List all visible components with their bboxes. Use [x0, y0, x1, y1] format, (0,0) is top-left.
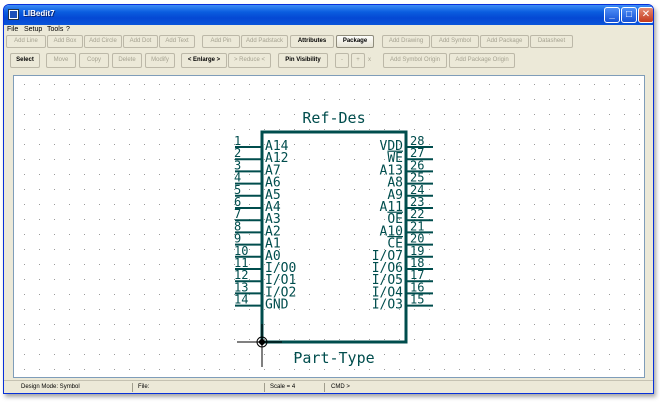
move-button[interactable]: Move	[46, 53, 76, 68]
part-type-label: Part-Type	[293, 349, 374, 367]
add-pin-button[interactable]: Add Pin	[202, 35, 240, 48]
menu-bar: File Setup Tools ?	[4, 25, 653, 35]
pin-visibility-button[interactable]: Pin Visibility	[278, 53, 328, 68]
toolbar-edit: Select Move Copy Delete Modify < Enlarge…	[4, 53, 653, 73]
reduce-button[interactable]: > Reduce <	[228, 53, 271, 68]
increment-button[interactable]: +	[351, 53, 365, 68]
modify-button[interactable]: Modify	[145, 53, 175, 68]
minimize-button[interactable]: _	[604, 7, 620, 23]
ref-des-label: Ref-Des	[302, 109, 365, 127]
select-button[interactable]: Select	[10, 53, 40, 68]
add-package-button[interactable]: Add Package	[480, 35, 529, 48]
increment-x-label: x	[368, 57, 371, 63]
add-package-origin-button[interactable]: Add Package Origin	[449, 53, 515, 68]
add-dot-button[interactable]: Add Dot	[123, 35, 158, 48]
add-drawing-button[interactable]: Add Drawing	[382, 35, 430, 48]
pin-name: I/O3	[372, 298, 403, 313]
toolbar-draw: Add Line Add Box Add Circle Add Dot Add …	[4, 35, 653, 50]
status-bar: Design Mode: Symbol File: Scale = 4 CMD …	[4, 380, 653, 393]
pin-number: 14	[234, 293, 248, 307]
symbol-drawing[interactable]: 1 A142 A123 A74 A65 A56 A47 A38 A29 A110 A011 I/O01…	[14, 76, 644, 377]
add-circle-button[interactable]: Add Circle	[84, 35, 122, 48]
title-bar[interactable]: LIBedit7 _ □ ✕	[4, 5, 653, 25]
menu-setup[interactable]: Setup	[24, 26, 42, 33]
status-design-mode: Design Mode: Symbol	[21, 384, 80, 390]
decrement-button[interactable]: -	[335, 53, 349, 68]
menu-help[interactable]: ?	[66, 26, 70, 33]
add-symbol-origin-button[interactable]: Add Symbol Origin	[383, 53, 447, 68]
datasheet-button[interactable]: Datasheet	[530, 35, 573, 48]
menu-file[interactable]: File	[7, 26, 18, 33]
copy-button[interactable]: Copy	[79, 53, 109, 68]
add-line-button[interactable]: Add Line	[6, 35, 46, 48]
drawing-canvas[interactable]: 1 A14 2 A12 3 A7 4 A6 5 A5 6 A4 7 A3 8 A2 9 A1 10 A0 11 I/O0 1…	[13, 75, 645, 378]
app-icon	[8, 9, 19, 20]
package-button[interactable]: Package	[336, 35, 374, 48]
enlarge-button[interactable]: < Enlarge >	[181, 53, 227, 68]
add-symbol-button[interactable]: Add Symbol	[431, 35, 479, 48]
add-text-button[interactable]: Add Text	[159, 35, 195, 48]
add-box-button[interactable]: Add Box	[47, 35, 83, 48]
pin-name: GND	[265, 298, 289, 313]
status-file: File:	[138, 384, 150, 390]
attributes-button[interactable]: Attributes	[290, 35, 334, 48]
delete-button[interactable]: Delete	[112, 53, 142, 68]
status-cmd: CMD >	[331, 384, 350, 390]
app-window: LIBedit7 _ □ ✕ File Setup Tools ? Add Li…	[3, 4, 654, 394]
maximize-button[interactable]: □	[621, 7, 637, 23]
close-button[interactable]: ✕	[638, 7, 653, 23]
window-title: LIBedit7	[23, 9, 55, 18]
status-scale: Scale = 4	[270, 384, 296, 390]
pin-number: 15	[410, 293, 424, 307]
add-padstack-button[interactable]: Add Padstack	[241, 35, 288, 48]
menu-tools[interactable]: Tools	[47, 26, 63, 33]
